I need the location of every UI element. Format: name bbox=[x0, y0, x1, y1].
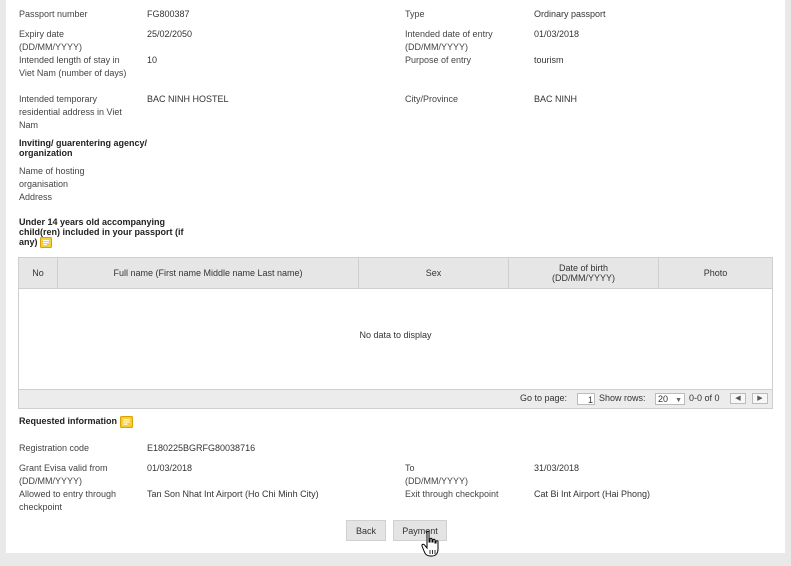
column-header-date-of-birth[interactable]: Date of birth (DD/MM/YYYY) bbox=[509, 258, 658, 288]
valid-to-label: To (DD/MM/YYYY) bbox=[405, 463, 468, 486]
purpose-label: Purpose of entry bbox=[405, 55, 472, 65]
children-table-header: No Full name (First name Middle name Las… bbox=[19, 258, 772, 289]
goto-page-input[interactable]: 1 bbox=[577, 393, 595, 405]
entry-checkpoint-value: Tan Son Nhat Int Airport (Ho Chi Minh Ci… bbox=[147, 489, 319, 499]
agency-heading: Inviting/ guarentering agency/ organizat… bbox=[19, 138, 148, 158]
passport-number-value: FG800387 bbox=[147, 9, 190, 19]
children-table: No Full name (First name Middle name Las… bbox=[18, 257, 773, 409]
expiry-date-label: Expiry date (DD/MM/YYYY) bbox=[19, 29, 82, 52]
passport-type-value: Ordinary passport bbox=[534, 9, 606, 19]
exit-checkpoint-label: Exit through checkpoint bbox=[405, 489, 499, 499]
goto-page-label: Go to page: bbox=[520, 393, 568, 403]
entry-date-label: Intended date of entry (DD/MM/YYYY) bbox=[405, 29, 493, 52]
column-header-full-name[interactable]: Full name (First name Middle name Last n… bbox=[58, 258, 358, 288]
purpose-value: tourism bbox=[534, 55, 564, 65]
show-rows-select[interactable]: 20 ▼ bbox=[655, 393, 685, 405]
registration-code-value: E180225BGRFG80038716 bbox=[147, 443, 256, 453]
table-pager: Go to page: 1 Show rows: 20 ▼ 0-0 of 0 ◀… bbox=[19, 389, 772, 408]
exit-checkpoint-value: Cat Bi Int Airport (Hai Phong) bbox=[534, 489, 651, 499]
valid-to-value: 31/03/2018 bbox=[534, 463, 580, 473]
back-button[interactable]: Back bbox=[346, 520, 386, 541]
address-label: Intended temporary residential address i… bbox=[19, 94, 122, 130]
city-value: BAC NINH bbox=[534, 94, 578, 104]
valid-from-value: 01/03/2018 bbox=[147, 463, 193, 473]
valid-from-label: Grant Evisa valid from (DD/MM/YYYY) bbox=[19, 463, 108, 486]
prev-page-button[interactable]: ◀ bbox=[730, 393, 746, 404]
stay-length-value: 10 bbox=[147, 55, 158, 65]
registration-code-label: Registration code bbox=[19, 443, 90, 453]
show-rows-label: Show rows: bbox=[599, 393, 646, 403]
entry-date-value: 01/03/2018 bbox=[534, 29, 580, 39]
city-label: City/Province bbox=[405, 94, 459, 104]
requested-heading: Requested information bbox=[19, 415, 133, 428]
requested-heading-text: Requested information bbox=[19, 416, 118, 426]
note-icon[interactable] bbox=[119, 415, 133, 428]
hand-cursor-icon bbox=[421, 530, 439, 557]
address-value: BAC NINH HOSTEL bbox=[147, 94, 229, 104]
next-page-button[interactable]: ▶ bbox=[752, 393, 768, 404]
passport-type-label: Type bbox=[405, 9, 425, 19]
form-panel: Passport number FG800387 Type Ordinary p… bbox=[6, 0, 785, 553]
passport-number-label: Passport number bbox=[19, 9, 88, 19]
page-range-text: 0-0 of 0 bbox=[689, 393, 720, 403]
show-rows-value: 20 bbox=[658, 394, 669, 404]
column-header-photo[interactable]: Photo bbox=[659, 258, 772, 288]
entry-checkpoint-label: Allowed to entry through checkpoint bbox=[19, 489, 117, 512]
agency-address-label: Address bbox=[19, 192, 53, 202]
hosting-organisation-label: Name of hosting organisation bbox=[19, 166, 85, 189]
no-data-message: No data to display bbox=[359, 330, 432, 340]
stay-length-label: Intended length of stay in Viet Nam (num… bbox=[19, 55, 127, 78]
children-heading: Under 14 years old accompanying child(re… bbox=[19, 217, 189, 249]
expiry-date-value: 25/02/2050 bbox=[147, 29, 193, 39]
column-header-sex[interactable]: Sex bbox=[359, 258, 508, 288]
column-header-no[interactable]: No bbox=[19, 258, 57, 288]
note-icon[interactable] bbox=[40, 237, 53, 249]
chevron-down-icon: ▼ bbox=[675, 397, 682, 404]
